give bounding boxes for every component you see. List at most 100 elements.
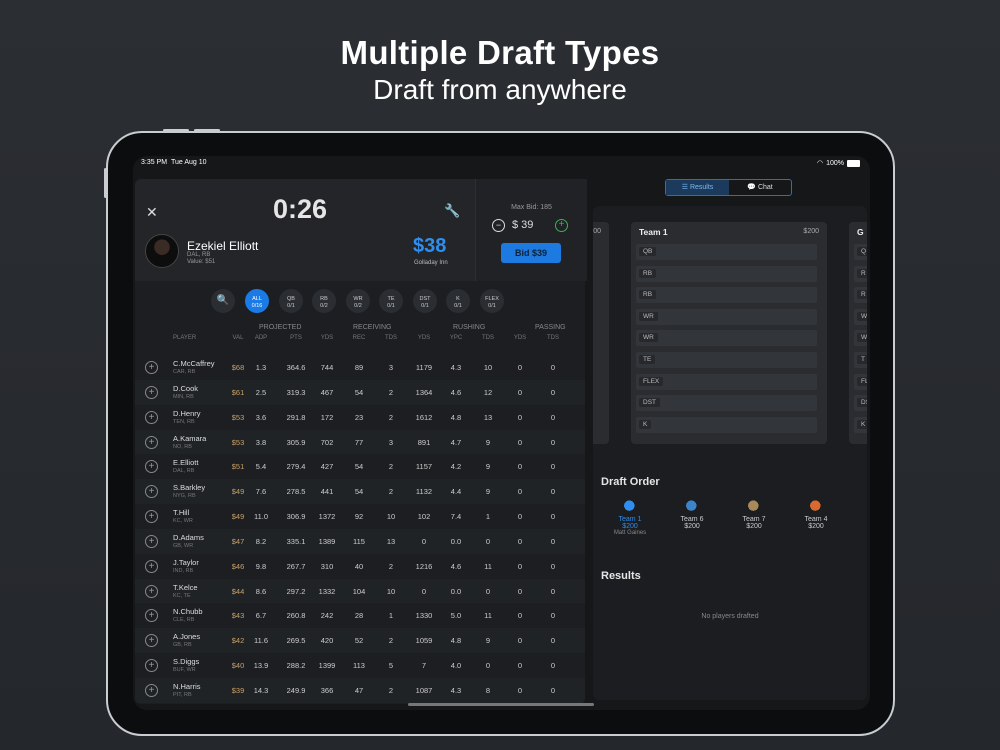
- tab-results[interactable]: ☰ Results: [666, 180, 729, 195]
- add-player-icon[interactable]: +: [145, 485, 158, 499]
- stat-cell: 5: [388, 661, 394, 671]
- add-player-icon[interactable]: +: [145, 634, 158, 648]
- stat-cell: 1.3: [255, 363, 267, 372]
- filter-wr[interactable]: WR 0/2: [346, 289, 370, 313]
- filter-flex[interactable]: FLEX 0/1: [480, 289, 504, 313]
- draft-order-item[interactable]: Team 6 $200: [667, 500, 717, 530]
- table-row[interactable]: + N.Chubb CLE, RB $43 6.7 260.8 242 28 1 1330 5.0 1…: [135, 603, 585, 628]
- column-header: REC: [352, 335, 366, 341]
- stat-cell: 47: [354, 685, 364, 695]
- add-player-icon[interactable]: +: [145, 361, 158, 374]
- draft-order-item[interactable]: Team 4 $200: [791, 500, 841, 530]
- stat-cell: 0: [517, 586, 523, 596]
- bid-button[interactable]: Bid $39: [501, 243, 561, 263]
- stat-cell: 8.2: [255, 536, 267, 546]
- player-name: J.Taylor: [173, 557, 199, 567]
- stat-cell: 2.5: [255, 387, 267, 397]
- add-player-icon[interactable]: +: [145, 659, 158, 673]
- roster-slot: QB: [636, 244, 817, 260]
- add-player-icon[interactable]: +: [145, 559, 158, 573]
- add-player-icon[interactable]: +: [145, 460, 158, 474]
- table-row[interactable]: + A.Jones GB, RB $42 11.6 269.5 420 52 2 1059 4.8 9…: [135, 628, 585, 654]
- table-row[interactable]: + J.Taylor IND, RB $46 9.8 267.7 310 40 2 1216 4.6…: [135, 554, 585, 579]
- status-right: ◠ 100%: [817, 159, 860, 167]
- table-row[interactable]: + D.Henry TEN, RB $53 3.6 291.8 172 23 2 1612 4.8 1…: [135, 405, 585, 430]
- stat-cell: 2: [388, 487, 394, 497]
- stat-cell: 335.1: [286, 536, 306, 546]
- filter-te[interactable]: TE 0/1: [379, 289, 403, 313]
- stat-cell: 14.3: [253, 685, 269, 695]
- stat-cell: 306.9: [286, 512, 306, 522]
- add-player-icon[interactable]: +: [145, 510, 158, 524]
- roster-slot: WR: [636, 330, 817, 347]
- add-player-icon[interactable]: +: [145, 435, 158, 449]
- filter-dst[interactable]: DST 0/1: [413, 289, 437, 313]
- home-indicator: [408, 703, 594, 706]
- stat-cell: 23: [354, 412, 364, 422]
- column-header: YDS: [513, 335, 527, 341]
- filter-rb[interactable]: RB 0/2: [312, 289, 336, 313]
- results-chat-toggle: ☰ Results 💬 Chat: [665, 179, 792, 196]
- draft-order-item[interactable]: Team 7 $200: [729, 500, 779, 530]
- stat-cell: 297.2: [286, 586, 306, 596]
- minus-icon[interactable]: −: [492, 219, 505, 232]
- stat-cell: 0: [517, 636, 523, 646]
- wrench-icon[interactable]: 🔧: [444, 203, 460, 219]
- table-row[interactable]: + C.McCaffrey CAR, RB $68 1.3 364.6 744 89 3 1179…: [135, 355, 585, 380]
- add-player-icon[interactable]: +: [145, 534, 158, 548]
- stat-cell: 0: [517, 462, 523, 472]
- stat-cell: 279.4: [286, 462, 306, 472]
- stat-cell: 242: [320, 611, 334, 621]
- filter-all[interactable]: ALL 0/16: [245, 289, 269, 313]
- add-player-icon[interactable]: +: [145, 609, 158, 623]
- table-row[interactable]: + E.Elliott DAL, RB $51 5.4 279.4 427 54 2 1157 4.…: [135, 454, 585, 479]
- filter-k[interactable]: K 0/1: [446, 289, 470, 313]
- add-player-icon[interactable]: +: [145, 683, 158, 697]
- roster-slot: TE: [636, 352, 817, 368]
- player-team: IND, RB: [173, 567, 194, 574]
- team-card-next: G Q R R W W T FL DS K: [849, 222, 867, 444]
- table-row[interactable]: + D.Adams GB, WR $47 8.2 335.1 1389 115 13 0 0.0 0 0…: [135, 528, 585, 554]
- table-row[interactable]: + T.Kelce KC, TE $44 8.6 297.2 1332 104 10 0 0.0 0 0…: [135, 578, 585, 604]
- stat-cell: 1372: [318, 512, 336, 522]
- stat-cell: 1179: [415, 363, 433, 372]
- table-row[interactable]: + T.Hill KC, WR $49 11.0 306.9 1372 92 10 102 7.4 1…: [135, 504, 585, 529]
- table-row[interactable]: + A.Kamara NO, RB $53 3.8 305.9 702 77 3 891 4.7 9 0…: [135, 429, 585, 455]
- roster-slot: K: [854, 416, 867, 433]
- roster-slot: R: [854, 265, 867, 282]
- stat-cell: 1612: [415, 412, 433, 422]
- stat-cell: 13.9: [253, 661, 269, 671]
- roster-slot-label: R: [857, 268, 867, 278]
- high-bidder: Golladay Inn: [414, 260, 448, 266]
- plus-icon[interactable]: +: [555, 219, 568, 232]
- stat-cell: 0: [550, 636, 556, 646]
- roster-slot-label: WR: [639, 333, 658, 343]
- stat-cell: 0: [421, 586, 427, 596]
- stat-cell: 0: [550, 462, 556, 472]
- add-player-icon[interactable]: +: [145, 410, 158, 424]
- roster-slot: RB: [636, 287, 817, 304]
- stat-cell: 113: [353, 661, 365, 671]
- roster-slot-label: FL: [857, 376, 867, 386]
- table-row[interactable]: + S.Barkley NYG, RB $49 7.6 278.5 441 54 2 1132 4.…: [135, 479, 585, 505]
- stat-cell: 13: [386, 536, 396, 546]
- table-row[interactable]: + N.Harris PIT, RB $39 14.3 249.9 366 47 2 1087 4.…: [135, 677, 585, 703]
- table-row[interactable]: + S.Diggs BUF, WR $40 13.9 288.2 1399 113 5 7 4.0 0…: [135, 653, 585, 678]
- filter-count: 0/1: [454, 303, 462, 309]
- stat-cell: 441: [320, 487, 334, 497]
- status-time: 3:35 PM Tue Aug 10: [141, 159, 207, 166]
- team-card-prev-budget: 00: [593, 228, 601, 235]
- close-icon[interactable]: ✕: [146, 204, 158, 221]
- roster-slot-label: Q: [857, 247, 867, 256]
- draft-order-item[interactable]: Team 1 $200 Matt Gaines: [605, 500, 655, 536]
- add-player-icon[interactable]: +: [145, 584, 158, 598]
- table-row[interactable]: + D.Cook MIN, RB $61 2.5 319.3 467 54 2 1364 4.6 12…: [135, 379, 585, 405]
- tab-chat[interactable]: 💬 Chat: [729, 180, 791, 195]
- filter-qb[interactable]: QB 0/1: [279, 289, 303, 313]
- group-passing: PASSING: [535, 324, 566, 331]
- battery-label: 100%: [826, 159, 844, 167]
- player-team: KC, TE: [173, 592, 191, 599]
- stat-cell: 54: [354, 387, 364, 397]
- add-player-icon[interactable]: +: [145, 385, 158, 399]
- search-icon[interactable]: 🔍: [211, 289, 235, 313]
